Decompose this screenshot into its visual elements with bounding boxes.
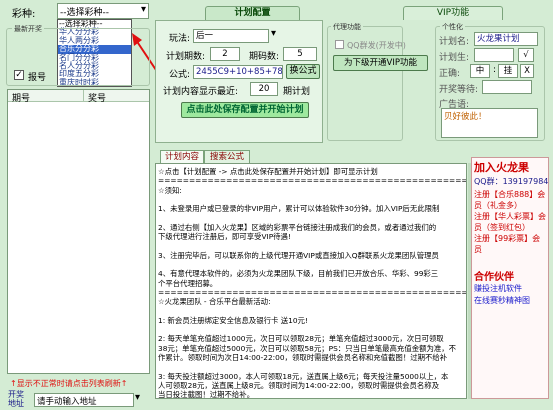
periods-input[interactable]: 2 — [210, 47, 240, 61]
bracket-x-input[interactable]: X — [520, 64, 534, 78]
draw-address-label: 开奖 地址 — [8, 390, 24, 408]
draw-address-placeholder: 请手动输入地址 — [37, 397, 97, 407]
partner-title: 合作伙伴 — [474, 272, 514, 283]
chevron-down-icon[interactable]: ▾ — [141, 4, 146, 15]
join-link-1[interactable]: 注册【华人彩票】会员（签到红包） — [474, 211, 546, 233]
content-line: ☆火龙果团队 - 合乐平台最新活动: — [158, 297, 271, 307]
content-line: 1、未登录用户或已登录的非VIP用户，累计可以体验软件30分钟。加入VIP后无此… — [158, 204, 440, 214]
qq-broadcast-checkbox[interactable] — [335, 40, 344, 49]
play-value: 后一 — [196, 31, 214, 41]
content-line: 1: 新会员注册绑定安全信息及银行卡 送10元! — [158, 315, 308, 325]
proxy-title: 代理功能 — [331, 22, 363, 32]
tab-plan-config[interactable]: 计划配置 — [205, 6, 300, 20]
formula-label: 公式: — [169, 70, 191, 80]
lottery-label: 彩种: — [12, 9, 36, 20]
periods-label: 计划期数: — [166, 52, 206, 62]
col-issue-header[interactable]: 期号 — [12, 91, 30, 104]
plan-gen-input[interactable] — [474, 48, 514, 62]
play-select[interactable]: 后一 — [193, 29, 269, 43]
plan-name-label: 计划名: — [439, 37, 470, 47]
chevron-down-icon[interactable]: ▾ — [271, 28, 276, 39]
qq-broadcast-label: QQ群发(开发中) — [347, 41, 406, 50]
join-title: 加入火龙果 — [474, 161, 529, 174]
open-vip-button[interactable]: 为下级开通VIP功能 — [333, 55, 428, 71]
qq-group-text: QQ群：139197984 — [474, 177, 549, 186]
refresh-warning: ↑显示不正常时请点击列表刷新↑ — [10, 379, 128, 388]
codes-label: 期码数: — [249, 52, 280, 62]
record-checkbox[interactable]: ✓ — [14, 70, 24, 80]
lottery-select[interactable]: --选择彩种-- ▾ — [57, 3, 149, 19]
bracket-open-input[interactable]: 中 — [470, 64, 490, 78]
lottery-selected-value: --选择彩种-- — [60, 8, 109, 18]
plan-gen-check[interactable]: √ — [518, 48, 534, 62]
partner-link-1[interactable]: 在线赛秒精神图 — [474, 295, 530, 306]
latest-draw-title: 最新开奖 — [12, 24, 44, 34]
tab-plan-content[interactable]: 计划内容 — [160, 150, 204, 163]
draw-address-input[interactable]: 请手动输入地址 — [34, 393, 134, 407]
record-label: 报号 — [28, 73, 47, 83]
ad-textarea[interactable]: 贝好彼此！ — [441, 108, 538, 138]
plan-content-text[interactable]: ☆点击【计划配置 -> 点击此处保存配置并开始计划】即可显示计划 ========… — [155, 163, 467, 399]
formula-input[interactable]: 2455C9+10+85+78+8 — [193, 65, 283, 79]
content-line: 当日投注截图！过期不给补。 — [158, 390, 255, 399]
partner-link-0[interactable]: 赚投注机软件 — [474, 283, 522, 294]
bracket-close-input[interactable]: 挂 — [498, 64, 518, 78]
content-line: 下级代理进行注册后，即可享受VIP待遇! — [158, 232, 291, 242]
content-line: 作累计。领取时间为次日14:00-22:00，领取时需提供会员名称和充值截图！过… — [158, 353, 448, 362]
bracket-label: 正确: — [439, 69, 461, 79]
plan-count-label: 计划内容显示最近: — [163, 87, 239, 97]
wait-input[interactable] — [482, 80, 532, 94]
tab-vip[interactable]: VIP功能 — [403, 6, 503, 20]
codes-input[interactable]: 5 — [283, 47, 317, 61]
join-link-2[interactable]: 注册【99彩票】会员 — [474, 233, 546, 255]
tab-search-formula[interactable]: 搜索公式 — [204, 150, 250, 163]
content-line: 3、注册完毕后，可以联系你的上级代理开通VIP或直接加入Q群联系火龙果团队管理员 — [158, 250, 439, 260]
plan-count-unit: 期计划 — [283, 87, 311, 97]
bracket-separator: : — [493, 65, 497, 75]
content-line: ☆须知: — [158, 185, 182, 195]
wait-label: 开奖等待: — [439, 85, 479, 95]
join-link-0[interactable]: 注册【合乐888】会员（礼金多） — [474, 189, 546, 211]
plan-gen-label: 计划生: — [439, 53, 470, 63]
save-and-start-button[interactable]: 点击此处保存配置并开始计划 — [181, 102, 309, 118]
plan-name-input[interactable]: 火龙果计划 — [474, 32, 538, 46]
personal-title: 个性化 — [440, 22, 465, 32]
col-code-header[interactable]: 奖号 — [88, 91, 106, 104]
results-table[interactable]: 期号 奖号 — [7, 89, 150, 374]
play-label: 玩法: — [169, 34, 191, 44]
chevron-down-icon[interactable]: ▾ — [135, 392, 140, 403]
change-formula-button[interactable]: 换公式 — [286, 64, 320, 79]
plan-count-input[interactable]: 20 — [250, 82, 278, 96]
